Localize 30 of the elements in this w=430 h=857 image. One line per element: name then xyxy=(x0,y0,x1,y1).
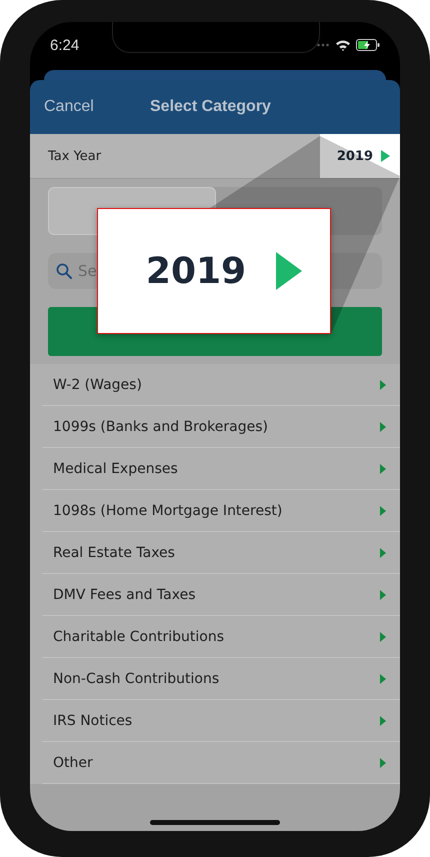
category-item[interactable]: Charitable Contributions xyxy=(42,616,400,658)
category-item[interactable]: IRS Notices xyxy=(42,700,400,742)
chevron-icon xyxy=(380,632,386,642)
wifi-icon xyxy=(335,39,351,51)
chevron-icon xyxy=(380,422,386,432)
category-item[interactable]: Non-Cash Contributions xyxy=(42,658,400,700)
category-item[interactable]: DMV Fees and Taxes xyxy=(42,574,400,616)
tax-year-row[interactable]: Tax Year 2019 xyxy=(30,134,400,179)
status-time: 6:24 xyxy=(50,36,80,54)
chevron-icon xyxy=(380,716,386,726)
cancel-button[interactable]: Cancel xyxy=(30,98,94,116)
search-icon xyxy=(56,263,72,279)
category-item[interactable]: 1099s (Banks and Brokerages) xyxy=(42,406,400,448)
chevron-icon xyxy=(380,464,386,474)
category-item[interactable]: Real Estate Taxes xyxy=(42,532,400,574)
chevron-icon xyxy=(381,150,390,162)
chevron-icon xyxy=(380,548,386,558)
chevron-icon xyxy=(380,590,386,600)
category-item[interactable]: Medical Expenses xyxy=(42,448,400,490)
tax-year-value[interactable]: 2019 xyxy=(320,134,400,178)
chevron-icon xyxy=(380,674,386,684)
chevron-icon xyxy=(380,506,386,516)
callout-year: 2019 xyxy=(144,250,246,292)
play-icon xyxy=(276,252,302,290)
chevron-icon xyxy=(380,758,386,768)
screen-title: Select Category xyxy=(150,98,271,116)
category-item[interactable]: 1098s (Home Mortgage Interest) xyxy=(42,490,400,532)
tax-year-label: Tax Year xyxy=(48,148,102,164)
chevron-icon xyxy=(380,380,386,390)
category-item[interactable]: W-2 (Wages) xyxy=(42,364,400,406)
